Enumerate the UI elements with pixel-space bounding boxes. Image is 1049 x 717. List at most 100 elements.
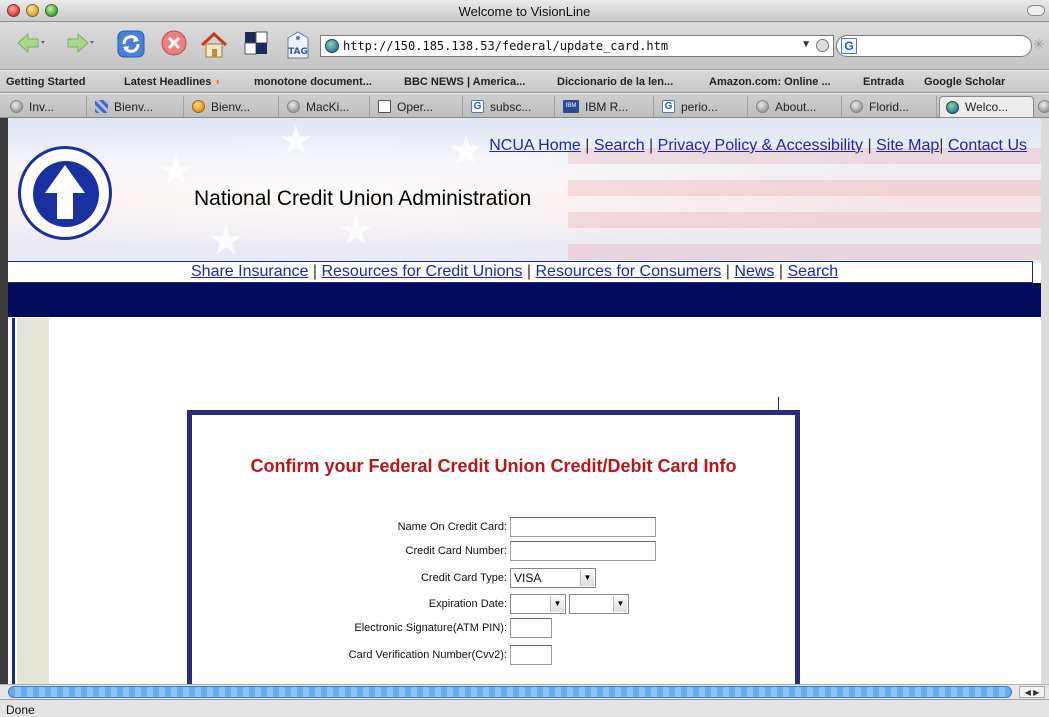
- bookmark-item[interactable]: Diccionario de la len...: [557, 76, 673, 88]
- cvv-row: Card Verification Number(Cvv2):: [192, 645, 795, 667]
- header-links: NCUA Home | Search | Privacy Policy & Ac…: [489, 137, 1027, 155]
- back-button[interactable]: [16, 30, 48, 56]
- bookmark-item[interactable]: Entrada: [863, 76, 904, 88]
- tab-label: Oper...: [397, 99, 434, 114]
- site-map-link[interactable]: Site Map: [876, 137, 939, 154]
- form-heading: Confirm your Federal Credit Union Credit…: [250, 456, 737, 476]
- contact-us-link[interactable]: Contact Us: [948, 137, 1027, 154]
- name-row: Name On Credit Card:: [192, 517, 795, 539]
- expiration-year-select[interactable]: ▼: [569, 594, 629, 614]
- tab-about[interactable]: About...: [750, 96, 842, 117]
- grey-globe-icon: [1038, 100, 1049, 113]
- tab-bar: Inv... Bienv... Bienv... MacKi... Oper..…: [0, 94, 1049, 118]
- bookmark-item[interactable]: Getting Started: [6, 76, 85, 88]
- nav-search-link[interactable]: Search: [787, 263, 838, 280]
- tab-overflow[interactable]: [1036, 96, 1049, 117]
- dropdown-arrow-icon: ▼: [580, 570, 594, 586]
- tag-button[interactable]: TAG: [285, 30, 311, 60]
- ncua-home-link[interactable]: NCUA Home: [489, 137, 581, 154]
- separator: |: [778, 263, 784, 280]
- google-icon: G: [471, 100, 484, 113]
- grey-globe-icon: [287, 100, 300, 113]
- site-globe-icon: [325, 39, 339, 53]
- bookmark-item[interactable]: monotone document...: [254, 76, 372, 88]
- name-on-card-input[interactable]: [510, 517, 656, 537]
- tab-inv[interactable]: Inv...: [4, 96, 87, 117]
- search-link[interactable]: Search: [594, 137, 645, 154]
- bookmark-label: Latest Headlines: [124, 76, 212, 88]
- horizontal-scrollbar[interactable]: ◀ ▶: [0, 684, 1049, 699]
- number-row: Credit Card Number:: [192, 541, 795, 563]
- number-label: Credit Card Number:: [405, 545, 507, 557]
- scrollbar-thumb[interactable]: [8, 686, 1012, 698]
- bookmark-item[interactable]: BBC NEWS | America...: [404, 76, 525, 88]
- back-arrow-icon: [17, 32, 45, 54]
- flag-stripe: [568, 180, 1041, 196]
- resources-consumers-link[interactable]: Resources for Consumers: [536, 263, 722, 280]
- window-right-edge: [1041, 118, 1049, 684]
- go-button[interactable]: [816, 39, 829, 52]
- tab-label: Inv...: [29, 99, 55, 114]
- address-bar[interactable]: http://150.185.138.53/federal/update_car…: [320, 35, 834, 57]
- status-text: Done: [6, 703, 35, 717]
- tab-label: IBM R...: [585, 99, 629, 114]
- share-insurance-link[interactable]: Share Insurance: [191, 263, 308, 280]
- site-header: ★ ★ ★ ★ ★ NCUA Home | Search | Privacy P…: [8, 118, 1041, 263]
- expiration-month-select[interactable]: ▼: [510, 594, 566, 614]
- news-link[interactable]: News: [734, 263, 774, 280]
- flag-star-icon: ★: [448, 129, 484, 173]
- privacy-link[interactable]: Privacy Policy & Accessibility: [658, 137, 863, 154]
- striped-icon: [95, 100, 108, 113]
- dropdown-arrow-icon: ▼: [613, 596, 627, 612]
- separator: |: [725, 263, 730, 280]
- history-dropdown-icon[interactable]: ▼: [801, 39, 811, 50]
- tab-bienv-1[interactable]: Bienv...: [89, 96, 184, 117]
- flag-stripe: [568, 212, 1041, 228]
- card-type-select[interactable]: VISA ▼: [510, 568, 596, 588]
- stop-button[interactable]: [161, 30, 187, 56]
- bookmark-item[interactable]: Amazon.com: Online ...: [709, 76, 831, 88]
- tag-icon: TAG: [287, 31, 309, 59]
- window-title: Welcome to VisionLine: [458, 4, 591, 19]
- tab-oper[interactable]: Oper...: [372, 96, 463, 117]
- search-bar[interactable]: G: [836, 35, 1032, 57]
- cvv2-input[interactable]: [510, 645, 552, 665]
- tab-label: MacKi...: [306, 99, 350, 114]
- window-left-edge: [0, 118, 8, 684]
- left-sidebar: [17, 318, 49, 684]
- tab-label: Bienv...: [211, 99, 251, 114]
- tab-perio[interactable]: Gperio...: [656, 96, 748, 117]
- toolbar-toggle-button[interactable]: [1027, 5, 1045, 16]
- separator: |: [939, 137, 944, 154]
- forward-button[interactable]: [66, 30, 96, 56]
- type-row: Credit Card Type: VISA ▼: [192, 568, 795, 590]
- tab-ibm[interactable]: IBM IBM R...: [557, 96, 654, 117]
- tab-macki[interactable]: MacKi...: [281, 96, 370, 117]
- reload-button[interactable]: [117, 30, 145, 58]
- bookmark-item[interactable]: Latest Headlines ◗: [124, 76, 221, 88]
- card-number-input[interactable]: [510, 541, 656, 561]
- rss-icon: ◗: [214, 76, 222, 88]
- scroll-arrows-icon[interactable]: ◀ ▶: [1019, 686, 1045, 698]
- tab-label: perio...: [681, 99, 718, 114]
- expiration-row: Expiration Date: ▼ ▼: [192, 594, 795, 616]
- atm-pin-input[interactable]: [510, 618, 552, 638]
- type-label: Credit Card Type:: [420, 572, 507, 584]
- card-type-value: VISA: [514, 571, 542, 585]
- resources-credit-unions-link[interactable]: Resources for Credit Unions: [321, 263, 522, 280]
- tab-florid[interactable]: Florid...: [844, 96, 937, 117]
- bookmarks-button[interactable]: [243, 30, 269, 56]
- tab-welco-active[interactable]: Welco...: [939, 96, 1034, 117]
- bookmark-item[interactable]: Google Scholar: [924, 76, 1005, 88]
- google-search-icon[interactable]: G: [841, 38, 857, 54]
- flag-star-icon: ★: [338, 209, 374, 253]
- tab-bienv-2[interactable]: Bienv...: [186, 96, 279, 117]
- pages-icon: [244, 31, 268, 55]
- tab-subsc[interactable]: Gsubsc...: [465, 96, 555, 117]
- home-button[interactable]: [199, 30, 229, 60]
- tab-label: About...: [775, 99, 817, 114]
- web-content: ★ ★ ★ ★ ★ NCUA Home | Search | Privacy P…: [8, 118, 1041, 684]
- flag-star-icon: ★: [158, 149, 194, 193]
- sidebar-border: [12, 318, 15, 684]
- google-icon: G: [662, 100, 675, 113]
